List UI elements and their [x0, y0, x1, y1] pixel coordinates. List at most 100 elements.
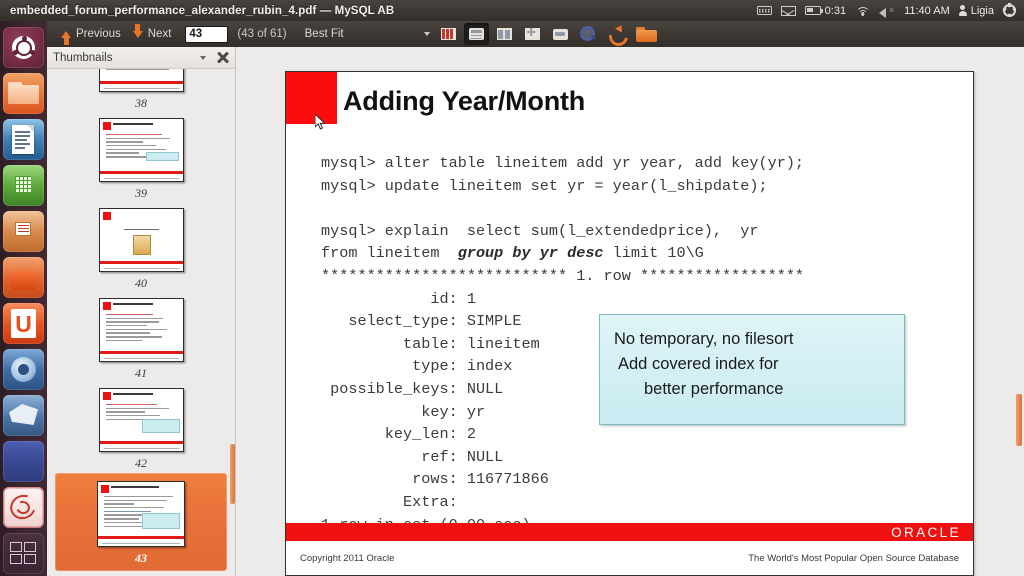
- thumbnail-preview: [98, 388, 184, 452]
- system-tray: 0:31 × 11:40 AM Ligia: [756, 4, 1024, 18]
- thumbnail-item-selected[interactable]: 43: [55, 473, 227, 571]
- code-line: mysql> update lineitem set yr = year(l_s…: [321, 176, 768, 195]
- thumbnail-page-number: 38: [135, 96, 147, 110]
- image-editor-icon: [9, 404, 38, 425]
- dual-page-icon: [496, 28, 512, 40]
- launcher-item-libreoffice-impress[interactable]: [3, 211, 44, 252]
- zoom-level-select[interactable]: Best Fit: [305, 28, 430, 40]
- continuous-button[interactable]: [548, 23, 573, 45]
- document-scrollbar[interactable]: [1016, 47, 1022, 576]
- session-menu[interactable]: [1003, 4, 1016, 17]
- previous-page-button[interactable]: Previous: [55, 22, 127, 46]
- fit-page-button[interactable]: [520, 23, 545, 45]
- keyboard-icon: [756, 6, 772, 15]
- unity-launcher: U: [0, 21, 47, 576]
- callout-line: better performance: [644, 380, 784, 398]
- launcher-item-image-editor[interactable]: [3, 395, 44, 436]
- copyright-text: Copyright 2011 Oracle: [300, 552, 395, 564]
- sidebar-scrollbar-thumb[interactable]: [230, 444, 235, 504]
- launcher-item-workspace-switcher[interactable]: [3, 533, 44, 574]
- launcher-item-document-viewer[interactable]: [3, 487, 44, 528]
- code-line: select_type: SIMPLE: [321, 312, 522, 331]
- window-title: embedded_forum_performance_alexander_rub…: [10, 4, 395, 17]
- oracle-brand-bar: ORACLE: [286, 523, 973, 541]
- rotate-button[interactable]: [604, 23, 629, 45]
- close-icon[interactable]: [216, 51, 229, 64]
- thumbnail-preview: [98, 298, 184, 362]
- mail-indicator[interactable]: [780, 5, 796, 16]
- sidebar-title: Thumbnails: [53, 51, 113, 64]
- dual-page-button[interactable]: [492, 23, 517, 45]
- gear-icon: [1003, 4, 1016, 17]
- thumbnail-page-number: 40: [135, 276, 147, 290]
- slide-footer: Copyright 2011 Oracle The World's Most P…: [286, 547, 973, 569]
- code-line: id: 1: [321, 289, 476, 308]
- code-emphasis: group by yr desc: [457, 244, 604, 263]
- single-page-button[interactable]: [463, 23, 489, 45]
- battery-icon: [804, 6, 823, 15]
- arrow-down-icon: [132, 23, 143, 38]
- user-menu[interactable]: Ligia: [958, 5, 994, 17]
- sidebar-header: Thumbnails: [47, 47, 235, 69]
- desktop-screen: embedded_forum_performance_alexander_rub…: [0, 0, 1024, 576]
- sidebar-scrollbar[interactable]: [230, 69, 235, 576]
- arrow-up-icon: [61, 30, 71, 45]
- thumbnail-item[interactable]: 42: [55, 383, 227, 473]
- presentation-icon: [15, 222, 31, 236]
- thumbnail-page-number: 41: [135, 366, 147, 380]
- battery-indicator[interactable]: 0:31: [804, 4, 847, 17]
- fit-page-icon: [524, 26, 540, 40]
- document-viewer-window: Previous Next (43 of 61) Best Fit: [47, 21, 1024, 576]
- thumbnail-preview: [98, 69, 184, 92]
- thumbnail-preview: [97, 481, 185, 547]
- launcher-item-ubuntu-dash[interactable]: [3, 27, 44, 68]
- launcher-item-ubuntu-one[interactable]: U: [3, 303, 44, 344]
- code-line-pre: from lineitem: [321, 244, 458, 263]
- thumbnails-sidebar: Thumbnails 38 39 40 41 42 43: [47, 47, 236, 576]
- thumbnail-item[interactable]: 39: [55, 113, 227, 203]
- wifi-indicator[interactable]: [855, 5, 870, 16]
- thumbnail-preview: [98, 118, 184, 182]
- slideshow-button[interactable]: [436, 23, 461, 45]
- code-line: type: index: [321, 357, 513, 376]
- battery-label: 0:31: [824, 4, 847, 17]
- launcher-item-libreoffice-calc[interactable]: [3, 165, 44, 206]
- keyboard-indicator[interactable]: [756, 6, 772, 15]
- thumbnail-list[interactable]: 38 39 40 41 42 43: [47, 69, 235, 576]
- chevron-down-icon[interactable]: [200, 55, 206, 60]
- volume-muted-icon: ×: [879, 5, 895, 18]
- code-line: mysql> explain select sum(l_extendedpric…: [321, 221, 759, 240]
- thumbnail-preview: [98, 208, 184, 272]
- thumbnail-item[interactable]: 40: [55, 203, 227, 293]
- volume-indicator[interactable]: ×: [879, 5, 895, 18]
- zoom-level-label: Best Fit: [304, 28, 344, 40]
- next-page-button[interactable]: Next: [127, 22, 178, 46]
- ubuntu-one-icon: U: [15, 311, 32, 337]
- document-scrollbar-thumb[interactable]: [1016, 394, 1022, 446]
- code-line: table: lineitem: [321, 334, 540, 353]
- pdf-page: Adding Year/Month mysql> alter table lin…: [285, 71, 974, 576]
- tagline-text: The World's Most Popular Open Source Dat…: [748, 552, 959, 564]
- spreadsheet-icon: [15, 176, 31, 193]
- search-icon: [579, 25, 597, 43]
- single-page-icon: [468, 28, 484, 40]
- toolbar-icon-group: [436, 23, 662, 45]
- code-line: Extra:: [321, 492, 458, 511]
- page-number-input[interactable]: [185, 25, 229, 43]
- launcher-item-blue-app[interactable]: [3, 441, 44, 482]
- callout-line: Add covered index for: [618, 355, 779, 373]
- open-folder-icon: [636, 26, 658, 43]
- open-folder-button[interactable]: [632, 23, 662, 45]
- launcher-item-web-browser[interactable]: [3, 349, 44, 390]
- slideshow-icon: [440, 28, 456, 40]
- launcher-item-software-center[interactable]: [3, 257, 44, 298]
- clock-indicator[interactable]: 11:40 AM: [904, 5, 950, 17]
- thumbnail-item[interactable]: 41: [55, 293, 227, 383]
- previous-label: Previous: [76, 28, 121, 40]
- launcher-item-libreoffice-writer[interactable]: [3, 119, 44, 160]
- search-button[interactable]: [576, 23, 601, 45]
- launcher-item-files[interactable]: [3, 73, 44, 114]
- continuous-icon: [552, 28, 568, 40]
- thumbnail-item[interactable]: 38: [55, 69, 227, 113]
- workspace-icon: [10, 542, 22, 552]
